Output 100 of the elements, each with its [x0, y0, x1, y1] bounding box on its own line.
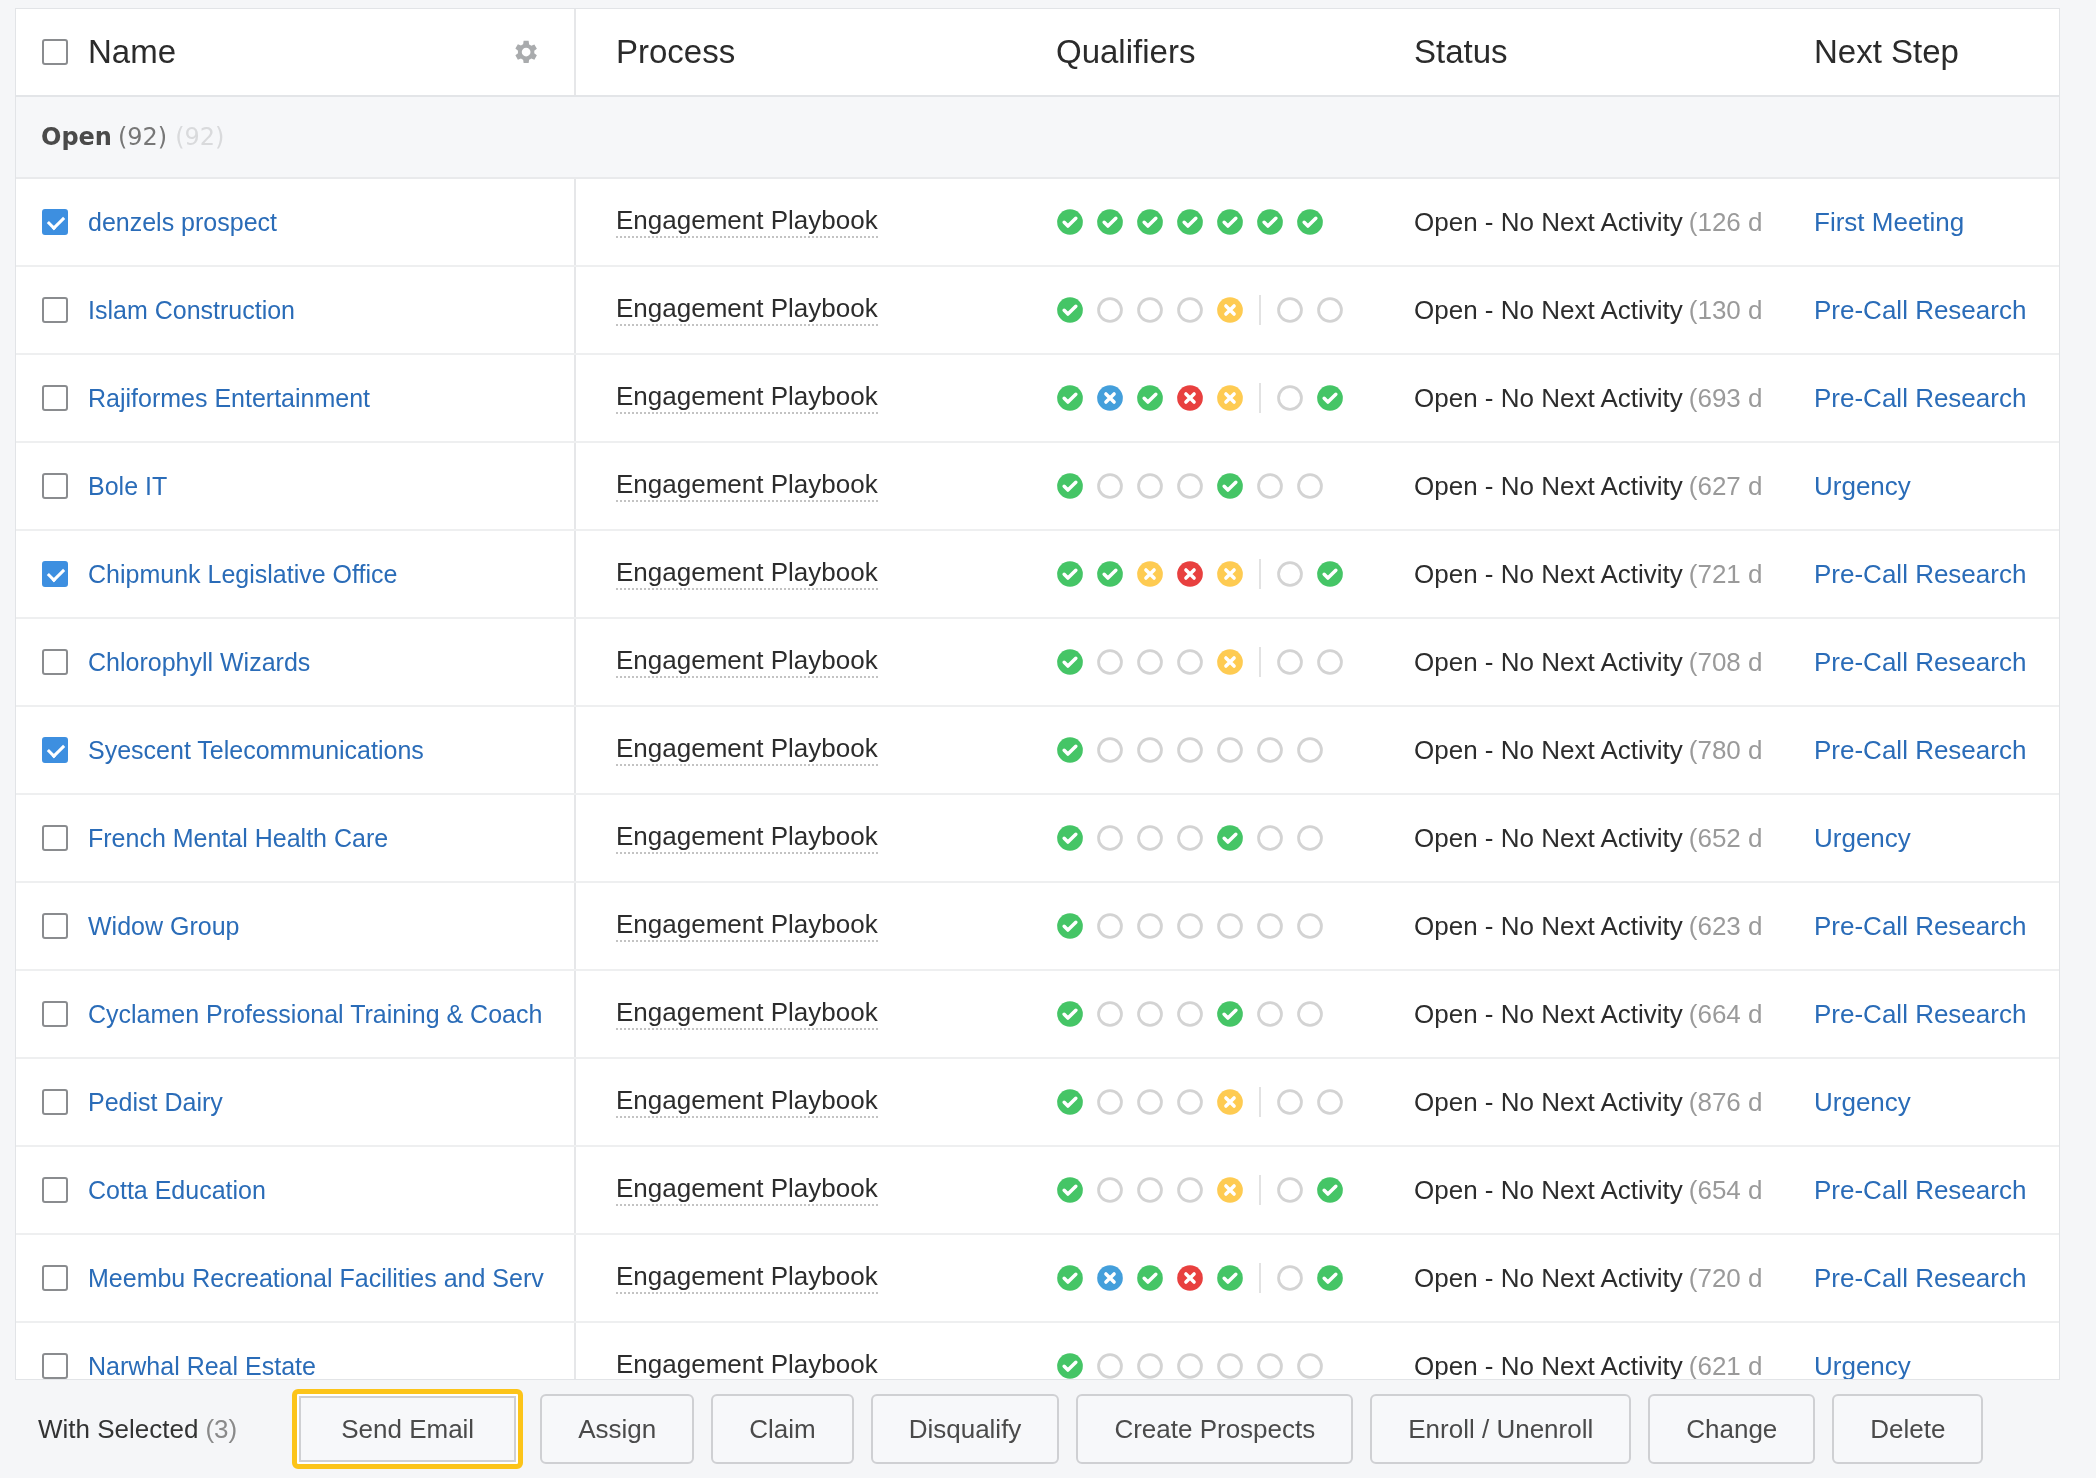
column-header[interactable]: Next Step: [1814, 33, 1959, 71]
selected-count: (3): [205, 1413, 238, 1445]
status-age: (780 d: [1688, 734, 1763, 766]
group-count: (92): [117, 123, 168, 151]
prospect-name-link[interactable]: Rajiformes Entertainment: [88, 383, 371, 413]
status-text: Open - No Next Activity: [1414, 646, 1683, 678]
status-age: (652 d: [1688, 822, 1763, 854]
group-label: Open: [41, 123, 112, 151]
process-name: Engagement Playbook: [616, 998, 878, 1030]
status-text: Open - No Next Activity: [1414, 206, 1683, 238]
column-header[interactable]: Status: [1414, 33, 1508, 71]
status-text: Open - No Next Activity: [1414, 998, 1683, 1030]
status-text: Open - No Next Activity: [1414, 382, 1683, 414]
process-name: Engagement Playbook: [616, 294, 878, 326]
process-name: Engagement Playbook: [616, 470, 878, 502]
prospect-name-link[interactable]: Chlorophyll Wizards: [88, 647, 311, 677]
prospect-name-link[interactable]: Meembu Recreational Facilities and Serv: [88, 1263, 544, 1293]
prospect-name-link[interactable]: Islam Construction: [88, 295, 296, 325]
process-name: Engagement Playbook: [616, 1086, 878, 1118]
status-text: Open - No Next Activity: [1414, 1086, 1683, 1118]
row-checkbox[interactable]: [42, 913, 68, 939]
row-checkbox[interactable]: [42, 737, 68, 763]
process-name: Engagement Playbook: [616, 822, 878, 854]
process-name: Engagement Playbook: [616, 558, 878, 590]
status-age: (126 d: [1688, 206, 1763, 238]
action-button[interactable]: Delete: [1832, 1394, 1984, 1464]
row-checkbox[interactable]: [42, 649, 68, 675]
action-button[interactable]: Enroll / Unenroll: [1370, 1394, 1632, 1464]
process-name: Engagement Playbook: [616, 382, 878, 414]
process-name: Engagement Playbook: [616, 1174, 878, 1206]
prospect-name-link[interactable]: Narwhal Real Estate: [88, 1351, 316, 1379]
prospect-name-link[interactable]: Bole IT: [88, 471, 168, 501]
prospect-name-link[interactable]: denzels prospect: [88, 207, 277, 237]
status-text: Open - No Next Activity: [1414, 1262, 1683, 1294]
action-button[interactable]: Claim: [711, 1394, 854, 1464]
row-checkbox[interactable]: [42, 1001, 68, 1027]
next-step-link[interactable]: Pre-Call Research: [1814, 734, 2027, 766]
prospect-name-link[interactable]: Widow Group: [88, 911, 240, 941]
status-text: Open - No Next Activity: [1414, 734, 1683, 766]
prospect-name-link[interactable]: Pedist Dairy: [88, 1087, 223, 1117]
prospect-name-link[interactable]: Cyclamen Professional Training & Coach: [88, 999, 543, 1029]
action-button[interactable]: Send Email: [292, 1389, 524, 1469]
row-checkbox[interactable]: [42, 1265, 68, 1291]
status-text: Open - No Next Activity: [1414, 910, 1683, 942]
with-selected-label: With Selected: [38, 1413, 199, 1445]
status-age: (720 d: [1688, 1262, 1763, 1294]
process-name: Engagement Playbook: [616, 646, 878, 678]
row-checkbox[interactable]: [42, 297, 68, 323]
status-age: (654 d: [1688, 1174, 1763, 1206]
status-age: (693 d: [1688, 382, 1763, 414]
status-age: (721 d: [1688, 558, 1763, 590]
next-step-link[interactable]: Pre-Call Research: [1814, 382, 2027, 414]
next-step-link[interactable]: Urgency: [1814, 822, 1911, 854]
row-checkbox[interactable]: [42, 473, 68, 499]
prospect-name-link[interactable]: Syescent Telecommunications: [88, 735, 424, 765]
next-step-link[interactable]: Urgency: [1814, 1086, 1911, 1118]
status-age: (130 d: [1688, 294, 1763, 326]
next-step-link[interactable]: First Meeting: [1814, 206, 1965, 238]
status-text: Open - No Next Activity: [1414, 470, 1683, 502]
process-name: Engagement Playbook: [616, 206, 878, 238]
status-age: (876 d: [1688, 1086, 1763, 1118]
status-text: Open - No Next Activity: [1414, 1174, 1683, 1206]
prospect-name-link[interactable]: French Mental Health Care: [88, 823, 389, 853]
column-header[interactable]: Name: [88, 33, 177, 71]
next-step-link[interactable]: Pre-Call Research: [1814, 1174, 2027, 1206]
row-checkbox[interactable]: [42, 1089, 68, 1115]
row-checkbox[interactable]: [42, 385, 68, 411]
row-checkbox[interactable]: [42, 561, 68, 587]
prospect-name-link[interactable]: Cotta Education: [88, 1175, 266, 1205]
status-text: Open - No Next Activity: [1414, 558, 1683, 590]
status-age: (621 d: [1688, 1350, 1763, 1379]
next-step-link[interactable]: Pre-Call Research: [1814, 558, 2027, 590]
next-step-link[interactable]: Pre-Call Research: [1814, 646, 2027, 678]
action-button[interactable]: Assign: [540, 1394, 695, 1464]
status-age: (627 d: [1688, 470, 1763, 502]
select-all-checkbox[interactable]: [42, 39, 68, 65]
next-step-link[interactable]: Urgency: [1814, 470, 1911, 502]
next-step-link[interactable]: Pre-Call Research: [1814, 294, 2027, 326]
action-button[interactable]: Disqualify: [870, 1394, 1060, 1464]
action-button[interactable]: Change: [1648, 1394, 1816, 1464]
row-checkbox[interactable]: [42, 1177, 68, 1203]
column-header[interactable]: Qualifiers: [1056, 33, 1196, 71]
column-header[interactable]: Process: [616, 33, 736, 71]
process-name: Engagement Playbook: [616, 1350, 878, 1379]
row-checkbox[interactable]: [42, 209, 68, 235]
prospect-name-link[interactable]: Chipmunk Legislative Office: [88, 559, 398, 589]
action-button[interactable]: Create Prospects: [1076, 1394, 1354, 1464]
next-step-link[interactable]: Pre-Call Research: [1814, 998, 2027, 1030]
status-age: (623 d: [1688, 910, 1763, 942]
row-checkbox[interactable]: [42, 825, 68, 851]
process-name: Engagement Playbook: [616, 1262, 878, 1294]
row-checkbox[interactable]: [42, 1353, 68, 1379]
process-name: Engagement Playbook: [616, 734, 878, 766]
process-name: Engagement Playbook: [616, 910, 878, 942]
next-step-link[interactable]: Pre-Call Research: [1814, 1262, 2027, 1294]
next-step-link[interactable]: Pre-Call Research: [1814, 910, 2027, 942]
status-text: Open - No Next Activity: [1414, 822, 1683, 854]
status-text: Open - No Next Activity: [1414, 294, 1683, 326]
status-text: Open - No Next Activity: [1414, 1350, 1683, 1379]
next-step-link[interactable]: Urgency: [1814, 1350, 1911, 1379]
